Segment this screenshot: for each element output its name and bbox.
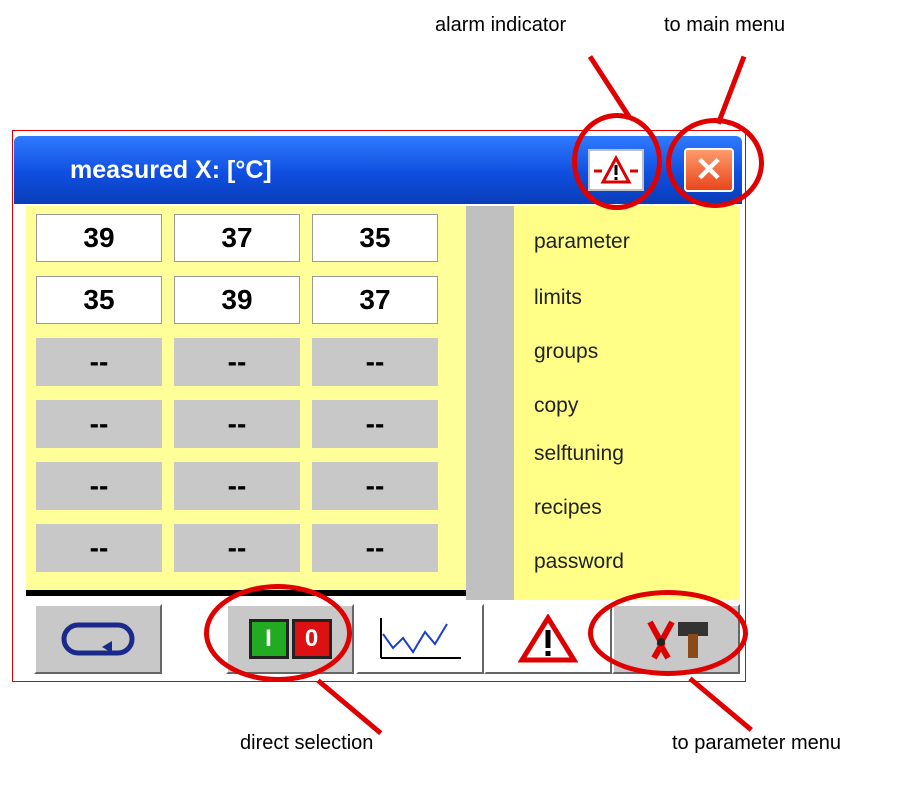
window-title: measured X: [°C] (70, 156, 272, 184)
menu-item-limits[interactable]: limits (534, 286, 582, 310)
menu-item-recipes[interactable]: recipes (534, 496, 602, 520)
loop-arrow-icon (61, 622, 135, 656)
cycle-button[interactable] (34, 604, 162, 674)
annotation-to-main-menu: to main menu (664, 14, 786, 36)
annotation-ring-alarm (572, 113, 662, 210)
value-cell[interactable]: -- (174, 462, 300, 510)
value-cell[interactable]: 35 (312, 214, 438, 262)
menu-item-password[interactable]: password (534, 550, 624, 574)
annotation-line-direct (316, 678, 383, 736)
menu-item-groups[interactable]: groups (534, 340, 598, 364)
trend-chart-icon (380, 618, 461, 659)
value-cell[interactable]: -- (312, 524, 438, 572)
annotation-ring-param (588, 590, 748, 676)
annotation-direct-selection: direct selection (240, 732, 374, 754)
value-cell[interactable]: -- (174, 400, 300, 448)
annotation-line-close (715, 55, 747, 125)
menu-item-parameter[interactable]: parameter (534, 230, 630, 254)
annotation-ring-close (666, 118, 764, 208)
value-cell[interactable]: 35 (36, 276, 162, 324)
value-cell[interactable]: -- (36, 338, 162, 386)
value-cell[interactable]: -- (174, 524, 300, 572)
annotation-line-param (688, 676, 753, 732)
value-grid: 39 37 35 35 39 37 -- -- -- -- -- -- -- -- -- -- -- -- (26, 206, 466, 590)
menu-item-copy[interactable]: copy (534, 394, 578, 418)
annotation-to-parameter-menu: to parameter menu (672, 732, 841, 754)
value-cell[interactable]: -- (36, 400, 162, 448)
value-cell[interactable]: -- (36, 462, 162, 510)
value-cell[interactable]: 39 (174, 276, 300, 324)
value-cell[interactable]: 39 (36, 214, 162, 262)
annotation-alarm-indicator: alarm indicator (435, 14, 567, 36)
warning-triangle-icon (518, 614, 578, 663)
trend-button[interactable] (356, 604, 484, 674)
value-cell[interactable]: -- (312, 400, 438, 448)
value-cell[interactable]: 37 (312, 276, 438, 324)
value-cell[interactable]: -- (312, 338, 438, 386)
value-cell[interactable]: 37 (174, 214, 300, 262)
annotation-ring-direct (204, 584, 352, 682)
menu-item-selftuning[interactable]: selftuning (534, 442, 624, 466)
main-content: 39 37 35 35 39 37 -- -- -- -- -- -- -- -- -- -- -- -- par… (26, 206, 740, 614)
parameter-menu: parameter limits groups copy selftuning … (466, 206, 740, 614)
menu-strip (466, 206, 514, 614)
value-cell[interactable]: -- (174, 338, 300, 386)
value-cell[interactable]: -- (312, 462, 438, 510)
annotation-line-alarm (587, 55, 632, 119)
value-cell[interactable]: -- (36, 524, 162, 572)
